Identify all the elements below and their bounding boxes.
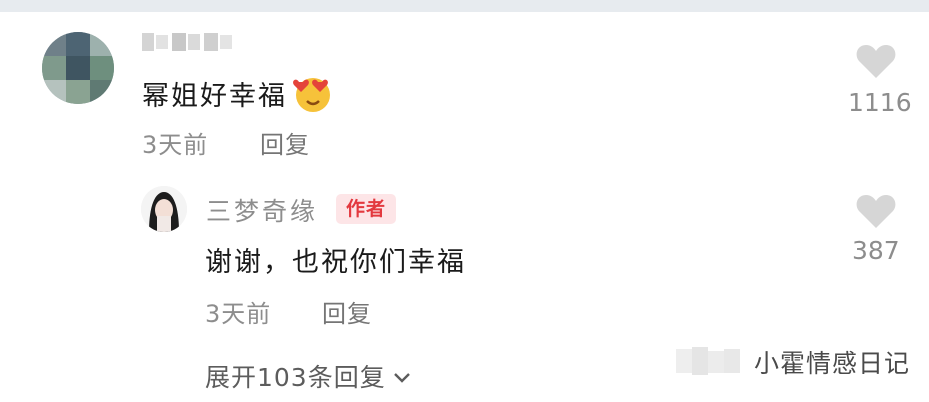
avatar[interactable] [42,32,114,104]
reply-text: 谢谢，也祝你们幸福 [205,247,466,278]
chevron-down-icon [392,362,412,391]
comment-text: 幂姐好幸福 [142,74,335,121]
like-heart-icon[interactable] [855,42,897,84]
comment-date: 3天前 [142,131,209,159]
like-count: 387 [852,236,900,265]
reply-button[interactable]: 回复 [322,294,372,329]
reply-button[interactable]: 回复 [260,125,310,160]
author-badge: 作者 [336,194,397,224]
expand-replies-label: 展开103条回复 [205,363,386,392]
like-heart-icon[interactable] [855,192,897,234]
reply-username[interactable]: 三梦奇缘 [206,192,318,228]
reply-date: 3天前 [205,300,272,328]
expand-replies-button[interactable]: 展开103条回复 [205,358,412,394]
watermark: 小霍情感日记 [754,349,911,378]
username-blurred[interactable] [142,31,234,53]
heart-eyes-emoji-icon [291,74,335,121]
avatar[interactable] [141,186,187,232]
watermark-blur [676,343,740,379]
like-count: 1116 [848,88,912,117]
